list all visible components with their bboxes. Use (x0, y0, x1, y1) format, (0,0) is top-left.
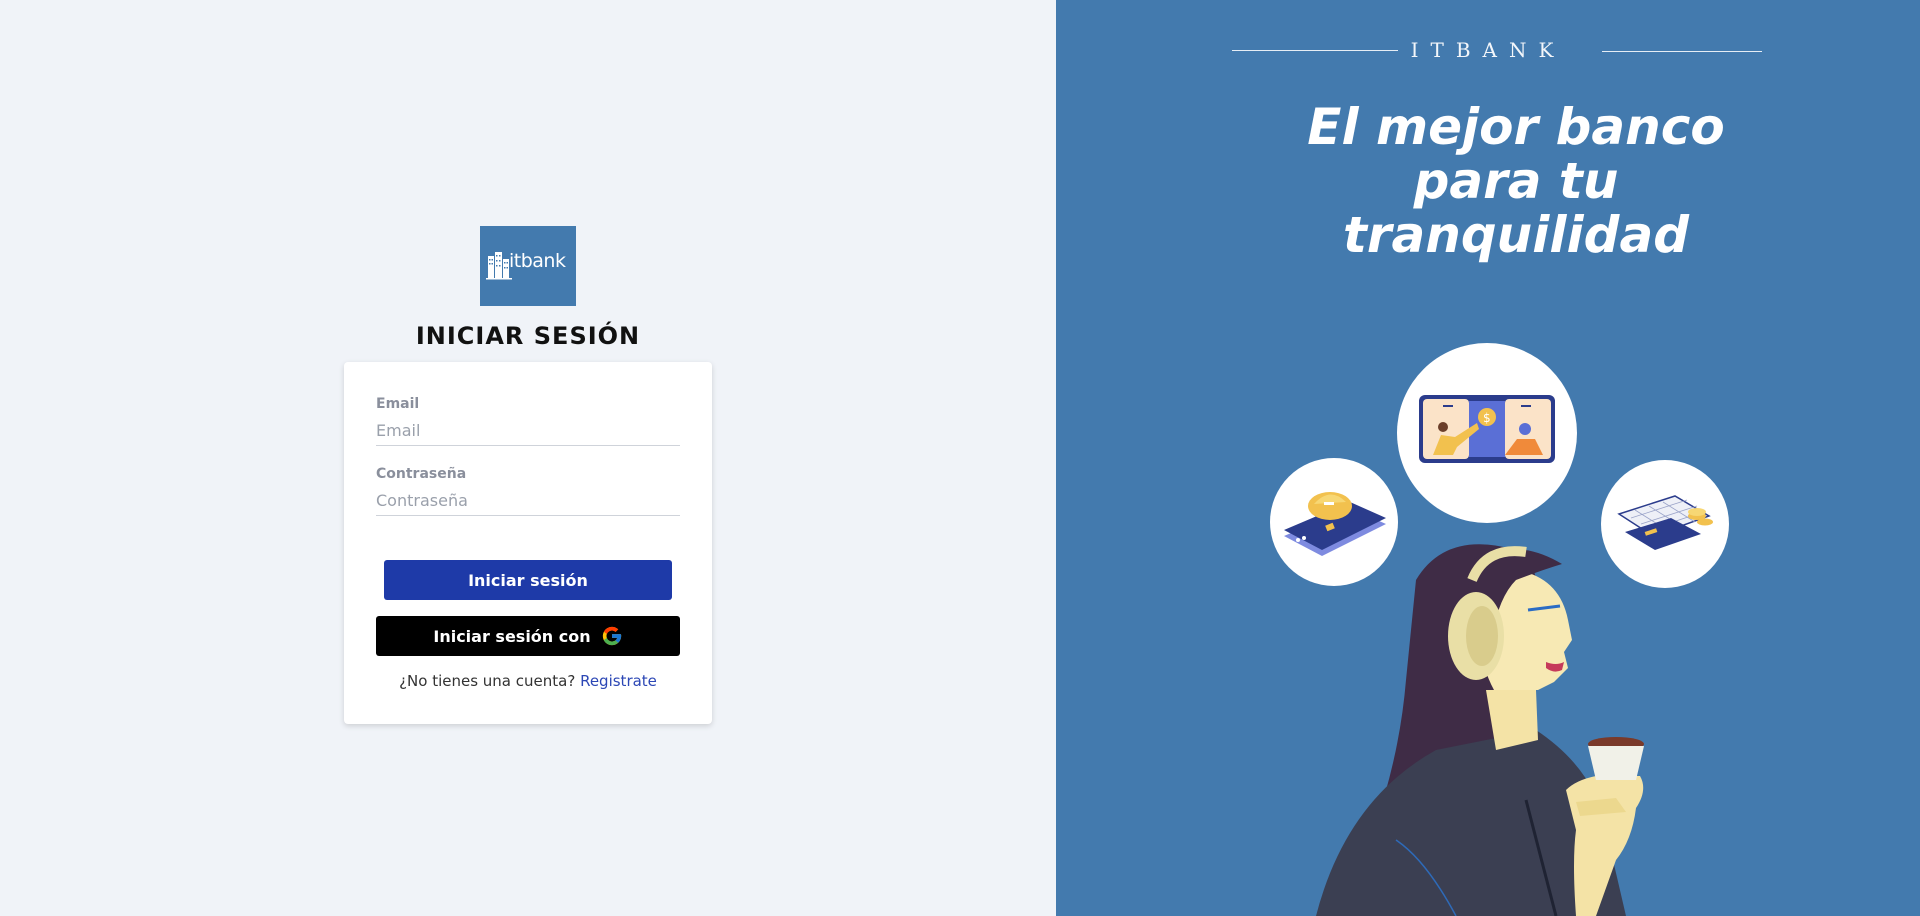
password-field[interactable] (376, 486, 680, 516)
login-panel: itbank INICIAR SESIÓN Email Contraseña I… (0, 0, 1056, 916)
signup-prompt-text: ¿No tienes una cuenta? (399, 672, 576, 690)
slogan-line: para tu (1413, 152, 1619, 210)
login-card: Email Contraseña Iniciar sesión Iniciar … (344, 362, 712, 724)
woman-with-headphones-illustration (1316, 544, 1644, 916)
brand-rule-right (1602, 51, 1762, 52)
mobile-banking-illustration: $ (1397, 343, 1577, 523)
page-title: INICIAR SESIÓN (415, 322, 641, 350)
slogan-line: El mejor banco (1307, 98, 1725, 156)
hero-slogan: El mejor banco para tu tranquilidad (1256, 100, 1776, 262)
email-label: Email (376, 396, 420, 412)
brand-text: ITBANK (1410, 38, 1566, 62)
slogan-line: tranquilidad (1342, 206, 1690, 264)
password-label: Contraseña (376, 466, 467, 482)
google-icon (602, 626, 621, 646)
svg-text:$: $ (1483, 411, 1491, 425)
signup-prompt: ¿No tienes una cuenta? Registrate (344, 672, 712, 690)
signup-link[interactable]: Registrate (580, 672, 657, 690)
login-button[interactable]: Iniciar sesión (384, 560, 672, 600)
logo-text: itbank (509, 250, 566, 272)
email-field[interactable] (376, 416, 680, 446)
itbank-logo: itbank (480, 226, 576, 306)
google-login-button[interactable]: Iniciar sesión con (376, 616, 680, 656)
hero-panel: ITBANK El mejor banco para tu tranquilid… (1056, 0, 1920, 916)
google-login-label: Iniciar sesión con (433, 626, 591, 646)
